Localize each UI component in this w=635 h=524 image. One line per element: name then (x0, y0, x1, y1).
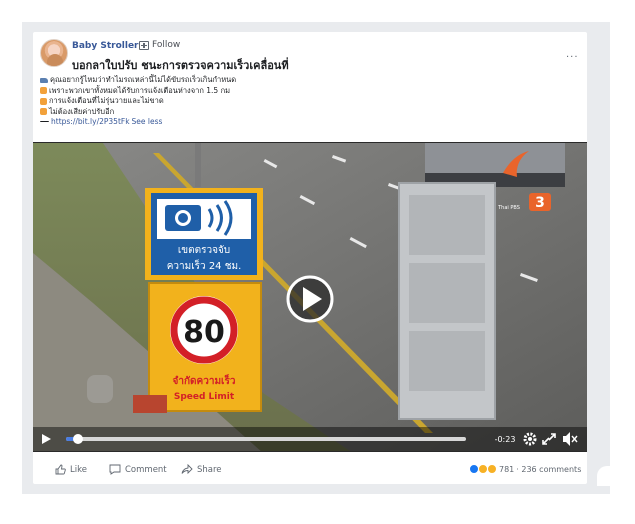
like-button[interactable]: Like (55, 464, 87, 475)
pointing-hand-icon (40, 97, 47, 105)
separator-dot: · (132, 41, 135, 51)
body-line: ไม่ต้องเสียค่าปรับอีก (40, 107, 580, 118)
follow-icon (139, 40, 149, 50)
body-line-text: การแจ้งเตือนที่ไม่รุ่นวายและไม่ขาด (49, 96, 164, 105)
comment-icon (109, 464, 121, 475)
comment-button[interactable]: Comment (109, 464, 167, 475)
wow-reaction-icon (487, 464, 497, 474)
channel-logo-text: Thai PBS (497, 205, 520, 211)
follow-label: Follow (152, 40, 181, 50)
body-line: การแจ้งเตือนที่ไม่รุ่นวายและไม่ขาด (40, 96, 580, 107)
comment-count[interactable]: · 236 comments (516, 465, 581, 474)
body-line: https://bit.ly/2P35tFk See less (40, 117, 580, 128)
speed-value: 80 (183, 315, 225, 350)
body-line-text: ไม่ต้องเสียค่าปรับอีก (49, 106, 115, 116)
time-remaining: -0:23 (495, 435, 516, 444)
see-less-link[interactable]: See less (132, 117, 163, 128)
reaction-summary[interactable]: 781 · 236 comments (469, 464, 581, 474)
corner-notch (597, 466, 615, 486)
comment-label: Comment (125, 464, 167, 475)
post-card: Baby Stroller · Follow บอกลาใบปรับ ชนะกา… (33, 32, 587, 484)
sign-top-text-2: ความเร็ว 24 ชม. (167, 258, 242, 272)
like-label: Like (70, 464, 87, 475)
share-button[interactable]: Share (181, 464, 222, 475)
more-options-icon[interactable]: ··· (566, 52, 579, 63)
car-icon (40, 77, 48, 83)
share-icon (181, 464, 193, 475)
sign-bottom-text-1: จำกัดความเร็ว (173, 373, 236, 387)
body-line-text: คุณอยากรู้ไหมว่าทำไมรถเหล่านี้ไม่ได้ขับร… (50, 75, 237, 84)
external-link[interactable]: https://bit.ly/2P35tFk (51, 117, 130, 128)
share-label: Share (197, 464, 222, 475)
video-frame: เขตตรวจจับ ความเร็ว 24 ชม. 80 จำกัดความเ… (33, 143, 587, 451)
post-body: คุณอยากรู้ไหมว่าทำไมรถเหล่านี้ไม่ได้ขับร… (40, 75, 580, 128)
body-line-text: เพราะพวกเขาทั้งหมดได้รับการแจ้งเตือนห่าง… (49, 85, 231, 95)
post-header: Baby Stroller · Follow บอกลาใบปรับ ชนะกา… (33, 32, 587, 80)
follow-button[interactable]: Follow (139, 40, 180, 50)
body-line: เพราะพวกเขาทั้งหมดได้รับการแจ้งเตือนห่าง… (40, 86, 580, 97)
arrow-icon (40, 121, 49, 123)
sign-bottom-text-2: Speed Limit (174, 392, 235, 402)
page-avatar[interactable] (40, 39, 68, 67)
sign-top-text-1: เขตตรวจจับ (178, 245, 230, 256)
play-button[interactable] (286, 275, 334, 323)
roadside-marker (87, 375, 113, 403)
progress-knob[interactable] (73, 434, 83, 444)
roadside-box (133, 395, 167, 413)
reaction-count: 781 (499, 464, 515, 474)
thumbs-up-icon (55, 464, 66, 475)
pointing-hand-icon (40, 87, 47, 95)
sign-pole (195, 143, 201, 187)
video-player[interactable]: เขตตรวจจับ ความเร็ว 24 ชม. 80 จำกัดความเ… (33, 142, 587, 452)
pointing-hand-icon (40, 108, 47, 116)
post-actions: Like Comment Share 781 · 236 comments (33, 456, 587, 484)
progress-track[interactable] (66, 437, 466, 441)
body-line: คุณอยากรู้ไหมว่าทำไมรถเหล่านี้ไม่ได้ขับร… (40, 75, 580, 86)
page-name-link[interactable]: Baby Stroller (72, 41, 139, 51)
channel-logo-number: 3 (535, 195, 545, 211)
post-title: บอกลาใบปรับ ชนะการตรวจความเร็วเคลื่อนที่ (72, 59, 289, 72)
